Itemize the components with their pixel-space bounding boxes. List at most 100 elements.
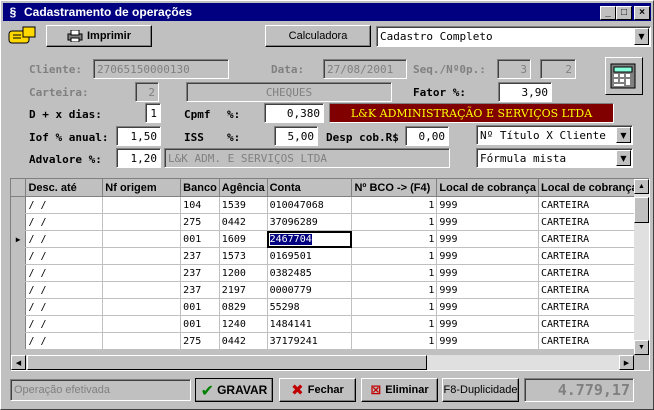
table-cell[interactable]: 1573 (219, 247, 268, 265)
operations-grid[interactable]: Desc. até Nf origem Banco Agência Conta … (10, 178, 650, 371)
table-cell[interactable]: 001 (180, 230, 220, 248)
calculator-icon[interactable] (605, 57, 643, 95)
table-cell[interactable]: 1609 (219, 230, 268, 248)
table-cell[interactable]: / / (25, 213, 104, 231)
eliminar-button[interactable]: ⊠ Eliminar (361, 378, 438, 402)
scroll-right-icon[interactable]: ▶ (619, 355, 634, 370)
table-cell[interactable]: / / (25, 230, 104, 248)
table-cell[interactable]: 37179241 (267, 332, 353, 350)
table-row[interactable]: / / 275 0442 37179241 1 999 CARTEIRA (11, 332, 649, 350)
col-agencia[interactable]: Agência (219, 179, 268, 197)
desp-field[interactable]: 0,00 (405, 126, 449, 146)
table-cell[interactable]: CARTEIRA (538, 230, 649, 248)
titulo-combo[interactable]: Nº Título X Cliente ▼ (476, 125, 633, 145)
table-cell[interactable]: / / (25, 315, 104, 333)
dias-field[interactable]: 1 (145, 103, 161, 123)
minimize-button[interactable]: _ (600, 6, 616, 20)
fator-field[interactable]: 3,90 (498, 82, 552, 102)
carteira-name-field[interactable]: CHEQUES (186, 82, 392, 102)
table-row[interactable]: / / 104 1539 010047068 1 999 CARTEIRA (11, 196, 649, 214)
table-cell[interactable]: 1 (351, 332, 438, 350)
table-cell[interactable]: 999 (436, 315, 539, 333)
app-icon[interactable]: § (6, 5, 20, 19)
scroll-left-icon[interactable]: ◀ (11, 355, 26, 370)
table-cell[interactable]: 999 (436, 281, 539, 299)
col-local-cobranca[interactable]: Local de cobrança (436, 179, 539, 197)
table-row[interactable]: ▶ / / 001 1609 2467704 1 999 CARTEIRA (11, 230, 649, 248)
table-cell[interactable] (102, 298, 182, 316)
row-indicator[interactable] (11, 315, 27, 333)
table-cell[interactable] (102, 332, 182, 350)
row-indicator[interactable] (11, 264, 27, 282)
table-cell[interactable]: 1 (351, 247, 438, 265)
col-local-cobranca-2[interactable]: Local de cobrança (538, 179, 649, 197)
row-indicator[interactable] (11, 213, 27, 231)
table-cell[interactable]: 104 (180, 196, 220, 214)
table-cell[interactable]: 2467704 (267, 230, 353, 248)
table-cell[interactable] (102, 213, 182, 231)
print-button[interactable]: Imprimir (46, 25, 152, 47)
table-cell[interactable]: 1200 (219, 264, 268, 282)
formula-combo[interactable]: Fórmula mista ▼ (476, 148, 633, 168)
horizontal-scrollbar[interactable]: ◀ ▶ (11, 355, 634, 370)
col-banco[interactable]: Banco (180, 179, 220, 197)
table-cell[interactable]: 999 (436, 264, 539, 282)
table-row[interactable]: / / 001 1240 1484141 1 999 CARTEIRA (11, 315, 649, 333)
table-cell[interactable]: CARTEIRA (538, 315, 649, 333)
table-cell[interactable]: 237 (180, 264, 220, 282)
row-indicator[interactable]: ▶ (11, 230, 27, 248)
table-cell[interactable]: CARTEIRA (538, 247, 649, 265)
cliente-field[interactable]: 27065150000130 (93, 59, 229, 79)
table-cell[interactable] (102, 247, 182, 265)
row-indicator[interactable] (11, 281, 27, 299)
table-cell[interactable]: 999 (436, 298, 539, 316)
table-cell[interactable]: 0442 (219, 213, 268, 231)
table-cell[interactable]: 0442 (219, 332, 268, 350)
row-indicator[interactable] (11, 247, 27, 265)
close-button[interactable]: × (634, 6, 650, 20)
scroll-up-icon[interactable]: ▲ (634, 179, 649, 194)
calculator-button[interactable]: Calculadora (265, 25, 371, 47)
table-cell[interactable]: 0169501 (267, 247, 353, 265)
table-cell[interactable]: / / (25, 281, 104, 299)
advalore-field[interactable]: 1,20 (116, 148, 161, 168)
table-row[interactable]: / / 237 2197 0000779 1 999 CARTEIRA (11, 281, 649, 299)
table-cell[interactable]: CARTEIRA (538, 298, 649, 316)
table-row[interactable]: / / 275 0442 37096289 1 999 CARTEIRA (11, 213, 649, 231)
table-cell[interactable]: 1484141 (267, 315, 353, 333)
table-cell[interactable]: / / (25, 332, 104, 350)
table-row[interactable]: / / 237 1573 0169501 1 999 CARTEIRA (11, 247, 649, 265)
nop-field[interactable]: 2 (540, 59, 576, 79)
row-indicator[interactable] (11, 196, 27, 214)
chevron-down-icon[interactable]: ▼ (616, 127, 631, 143)
table-cell[interactable]: 275 (180, 332, 220, 350)
table-cell[interactable]: 999 (436, 196, 539, 214)
table-cell[interactable]: CARTEIRA (538, 213, 649, 231)
table-row[interactable]: / / 001 0829 55298 1 999 CARTEIRA (11, 298, 649, 316)
table-cell[interactable]: / / (25, 298, 104, 316)
table-cell[interactable] (102, 281, 182, 299)
table-cell[interactable]: 999 (436, 230, 539, 248)
data-field[interactable]: 27/08/2001 (323, 59, 407, 79)
col-desc-ate[interactable]: Desc. até (25, 179, 104, 197)
scroll-thumb-horizontal[interactable] (27, 355, 427, 370)
table-cell[interactable] (102, 196, 182, 214)
iss-field[interactable]: 5,00 (274, 126, 318, 146)
table-cell[interactable]: 0829 (219, 298, 268, 316)
table-cell[interactable]: 1 (351, 264, 438, 282)
scroll-thumb-vertical[interactable] (634, 197, 649, 223)
table-cell[interactable] (102, 264, 182, 282)
maximize-button[interactable]: □ (616, 6, 632, 20)
table-cell[interactable]: 0000779 (267, 281, 353, 299)
table-cell[interactable]: 1 (351, 298, 438, 316)
table-cell[interactable]: 999 (436, 213, 539, 231)
chevron-down-icon[interactable]: ▼ (616, 150, 631, 166)
table-cell[interactable]: 1 (351, 213, 438, 231)
table-cell[interactable]: 37096289 (267, 213, 353, 231)
vertical-scrollbar[interactable]: ▲ ▼ (634, 179, 649, 355)
table-cell[interactable] (102, 315, 182, 333)
table-cell[interactable]: 999 (436, 332, 539, 350)
table-cell[interactable] (102, 230, 182, 248)
fechar-button[interactable]: ✖ Fechar (279, 378, 356, 402)
col-n-bco[interactable]: Nº BCO -> (F4) (351, 179, 438, 197)
